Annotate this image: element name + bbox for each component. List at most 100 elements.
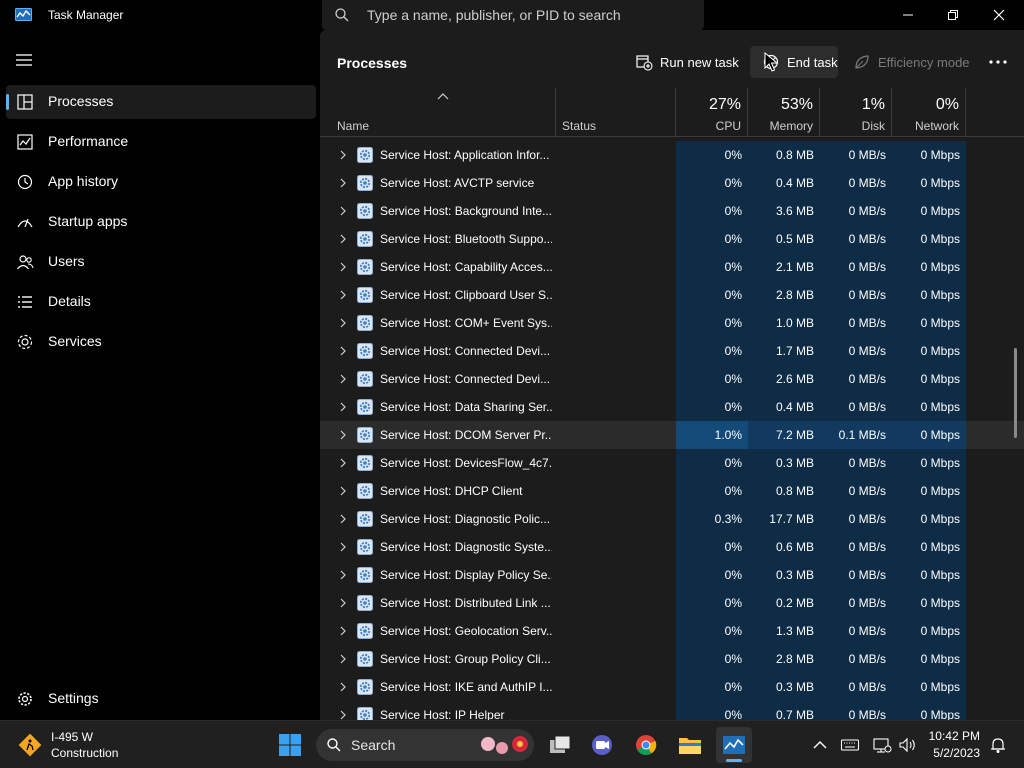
sidebar-item-processes[interactable]: Processes <box>6 85 316 119</box>
network-value: 0 Mbps <box>892 421 966 449</box>
volume-icon[interactable] <box>897 735 917 755</box>
service-host-gear-icon <box>357 287 373 303</box>
table-row[interactable]: Service Host: Group Policy Cli... 0% 2.8 M… <box>320 645 1024 673</box>
network-icon[interactable] <box>872 735 892 755</box>
table-row[interactable]: Service Host: Display Policy Se... 0% 0.3 … <box>320 561 1024 589</box>
construction-sign-icon <box>18 733 42 757</box>
column-label-name: Name <box>337 119 370 133</box>
table-row[interactable]: Service Host: DCOM Server Pr... 1.0% 7.2 M… <box>320 421 1024 449</box>
clock-date[interactable]: 5/2/2023 <box>933 746 980 760</box>
table-row[interactable]: Service Host: Data Sharing Ser... 0% 0.4 M… <box>320 393 1024 421</box>
search-input[interactable] <box>367 5 687 25</box>
task-view-button[interactable] <box>542 727 578 763</box>
more-options-button[interactable] <box>982 46 1014 78</box>
sidebar-item-services[interactable]: Services <box>6 325 316 359</box>
minimize-button[interactable] <box>885 0 931 30</box>
table-row[interactable]: Service Host: IKE and AuthIP I... 0% 0.3 M… <box>320 673 1024 701</box>
chrome-button[interactable] <box>628 727 664 763</box>
column-header-name[interactable]: Name <box>331 88 556 136</box>
chevron-right-icon[interactable] <box>339 374 347 384</box>
column-header-memory[interactable]: 53% Memory <box>748 88 820 136</box>
chevron-right-icon[interactable] <box>339 682 347 692</box>
process-name: Service Host: Background Inte... <box>380 204 552 218</box>
column-label-status: Status <box>562 119 597 133</box>
service-host-gear-icon <box>357 175 373 191</box>
chevron-right-icon[interactable] <box>339 318 347 328</box>
chrome-icon <box>636 735 657 755</box>
table-row[interactable]: Service Host: Diagnostic Syste... 0% 0.6 M… <box>320 533 1024 561</box>
sidebar-item-performance[interactable]: Performance <box>6 125 316 159</box>
table-row[interactable]: Service Host: IP Helper 0% 0.7 MB 0 MB/s 0 M… <box>320 701 1024 720</box>
sidebar-item-details[interactable]: Details <box>6 285 316 319</box>
search-box[interactable] <box>322 0 704 30</box>
table-row[interactable]: Service Host: COM+ Event Sys... 0% 1.0 MB 0… <box>320 309 1024 337</box>
chevron-right-icon[interactable] <box>339 430 347 440</box>
efficiency-mode-button[interactable]: Efficiency mode <box>841 46 971 78</box>
chevron-right-icon[interactable] <box>339 626 347 636</box>
column-header-network[interactable]: 0% Network <box>892 88 966 136</box>
column-header-disk[interactable]: 1% Disk <box>820 88 892 136</box>
chevron-right-icon[interactable] <box>339 570 347 580</box>
table-row[interactable]: Service Host: Bluetooth Suppo... 0% 0.5 MB… <box>320 225 1024 253</box>
table-row[interactable]: Service Host: Connected Devi... 0% 1.7 MB 0… <box>320 337 1024 365</box>
chevron-right-icon[interactable] <box>339 206 347 216</box>
table-row[interactable]: Service Host: Background Inte... 0% 3.6 MB… <box>320 197 1024 225</box>
file-explorer-button[interactable] <box>672 727 708 763</box>
clock-time[interactable]: 10:42 PM <box>929 729 980 743</box>
column-header-cpu[interactable]: 27% CPU <box>676 88 748 136</box>
meet-icon <box>592 735 612 755</box>
table-row[interactable]: Service Host: Distributed Link ... 0% 0.2 … <box>320 589 1024 617</box>
start-button[interactable] <box>272 727 308 763</box>
chevron-right-icon[interactable] <box>339 178 347 188</box>
hamburger-menu-icon[interactable] <box>14 52 34 68</box>
chevron-right-icon[interactable] <box>339 542 347 552</box>
chevron-right-icon[interactable] <box>339 234 347 244</box>
chevron-up-icon[interactable] <box>810 735 830 755</box>
chevron-right-icon[interactable] <box>339 262 347 272</box>
column-header-status[interactable]: Status <box>556 88 676 136</box>
chevron-right-icon[interactable] <box>339 654 347 664</box>
chevron-right-icon[interactable] <box>339 486 347 496</box>
chevron-right-icon[interactable] <box>339 150 347 160</box>
keyboard-icon[interactable] <box>840 735 860 755</box>
chevron-right-icon[interactable] <box>339 514 347 524</box>
task-manager-button[interactable] <box>716 727 752 763</box>
table-row[interactable]: Service Host: Application Infor... 0% 0.8 … <box>320 141 1024 169</box>
sidebar-item-startup-apps[interactable]: Startup apps <box>6 205 316 239</box>
chevron-right-icon[interactable] <box>339 598 347 608</box>
maximize-button[interactable] <box>930 0 976 30</box>
chevron-right-icon[interactable] <box>339 458 347 468</box>
network-value: 0 Mbps <box>892 533 966 561</box>
meet-app-button[interactable] <box>584 727 620 763</box>
table-row[interactable]: Service Host: DHCP Client 0% 0.8 MB 0 MB/s 0… <box>320 477 1024 505</box>
chevron-right-icon[interactable] <box>339 710 347 720</box>
sidebar-item-settings[interactable]: Settings <box>6 682 316 716</box>
processes-icon <box>17 94 33 110</box>
network-value: 0 Mbps <box>892 673 966 701</box>
table-row[interactable]: Service Host: Geolocation Serv... 0% 1.3 M… <box>320 617 1024 645</box>
notification-bell-icon[interactable] <box>988 735 1008 755</box>
table-row[interactable]: Service Host: Diagnostic Polic... 0.3% 17.… <box>320 505 1024 533</box>
chevron-right-icon[interactable] <box>339 290 347 300</box>
table-row[interactable]: Service Host: Capability Acces... 0% 2.1 M… <box>320 253 1024 281</box>
taskbar-search[interactable]: Search <box>316 729 534 761</box>
sidebar-item-users[interactable]: Users <box>6 245 316 279</box>
sidebar-item-label: Performance <box>48 133 129 149</box>
table-row[interactable]: Service Host: Connected Devi... 0% 2.6 MB 0… <box>320 365 1024 393</box>
run-new-task-button[interactable]: Run new task <box>623 46 743 78</box>
vertical-scrollbar[interactable] <box>1014 348 1017 438</box>
cpu-value: 1.0% <box>676 421 748 449</box>
service-host-gear-icon <box>357 371 373 387</box>
chevron-right-icon[interactable] <box>339 402 347 412</box>
end-task-label: End task <box>787 54 838 70</box>
service-host-gear-icon <box>357 399 373 415</box>
cpu-value: 0% <box>676 141 748 169</box>
table-row[interactable]: Service Host: DevicesFlow_4c7... 0% 0.3 MB… <box>320 449 1024 477</box>
column-label-network: Network <box>914 119 959 133</box>
chevron-right-icon[interactable] <box>339 346 347 356</box>
table-row[interactable]: Service Host: Clipboard User S... 0% 2.8 M… <box>320 281 1024 309</box>
table-row[interactable]: Service Host: AVCTP service 0% 0.4 MB 0 MB/… <box>320 169 1024 197</box>
sidebar-item-app-history[interactable]: App history <box>6 165 316 199</box>
startup-apps-icon <box>17 218 33 228</box>
close-button[interactable] <box>976 0 1022 30</box>
